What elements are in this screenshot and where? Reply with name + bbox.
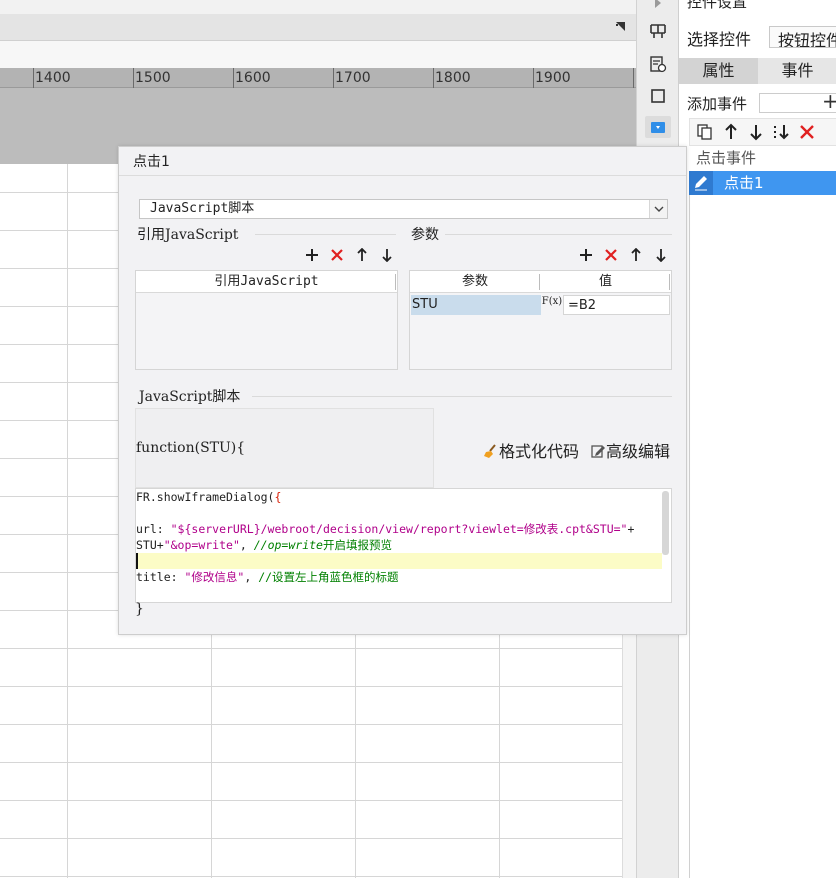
section-divider (255, 234, 396, 235)
broom-icon (484, 444, 496, 458)
advanced-edit-label: 高级编辑 (606, 442, 671, 461)
event-item-label: 点击1 (724, 174, 764, 192)
text-cursor (136, 553, 138, 569)
column-separator (395, 274, 396, 290)
function-signature: function(STU){ (136, 440, 246, 456)
widget-name-field[interactable]: 按钮控件 (769, 26, 836, 48)
fx-label: F(x) (541, 296, 563, 307)
properties-panel: 控件设置 选择控件 按钮控件 属性 事件 添加事件 + 点击事件 点击1 (678, 0, 836, 878)
ruler-label: 1600 (235, 70, 271, 86)
ruler-tick (133, 68, 134, 88)
ruler-tick (33, 68, 34, 88)
properties-tabs: 属性 事件 (679, 58, 836, 84)
script-type-value: JavaScript脚本 (150, 201, 255, 216)
dialog-title-divider (119, 175, 686, 176)
advanced-edit-button[interactable]: 高级编辑 (590, 438, 670, 462)
format-code-button[interactable]: 格式化代码 (483, 438, 579, 462)
script-type-select[interactable]: JavaScript脚本 (139, 199, 668, 219)
function-closing-brace: } (135, 601, 144, 617)
select-widget-label: 选择控件 (687, 30, 752, 49)
designer-blank-strip (0, 41, 636, 68)
move-up-icon[interactable] (629, 248, 643, 262)
code-line: url: "${serverURL}/webroot/decision/view… (136, 522, 635, 536)
event-list-border (689, 195, 690, 878)
editor-scrollbar[interactable] (662, 491, 669, 555)
copy-icon[interactable] (696, 123, 714, 141)
move-to-bottom-icon[interactable] (772, 123, 790, 141)
ruler-label: 1900 (535, 70, 571, 86)
designer-top-strip (0, 0, 636, 14)
params-column-header-name: 参数 (410, 271, 540, 293)
tab-events[interactable]: 事件 (758, 58, 836, 84)
designer-toolbar (0, 14, 636, 41)
move-down-icon[interactable] (380, 248, 394, 262)
code-line: title: "修改信息", //设置左上角蓝色框的标题 (136, 570, 399, 584)
event-toolbar (689, 118, 836, 146)
move-down-icon[interactable] (747, 123, 765, 141)
params-column-header-value: 值 (540, 271, 671, 293)
collapse-arrow-icon[interactable] (649, 0, 667, 12)
form-settings-icon[interactable] (649, 55, 667, 73)
section-divider (252, 396, 672, 397)
code-editor[interactable]: FR.showIframeDialog({ url: "${serverURL}/… (135, 488, 672, 603)
event-edit-dialog: 点击1 JavaScript脚本 引用JavaScript 引用JavaScri… (118, 146, 687, 635)
formula-fx-icon[interactable]: F(x) (541, 295, 563, 315)
dropdown-widget-icon[interactable] (649, 118, 667, 136)
ruler-label: 1800 (435, 70, 471, 86)
event-group-label[interactable]: 点击事件 (689, 148, 836, 170)
ruler-label: 1700 (335, 70, 371, 86)
dialog-title: 点击1 (133, 154, 170, 170)
code-line: FR.showIframeDialog({ (136, 490, 282, 504)
ruler-label: 1400 (35, 70, 71, 86)
edit-document-icon (591, 445, 605, 458)
code-line: STU+"&op=write", //op=write开启填报预览 (136, 538, 392, 552)
params-table: 参数 值 STU F(x) =B2 (409, 270, 672, 370)
ref-js-table: 引用JavaScript (135, 270, 398, 370)
ruler-tick (233, 68, 234, 88)
add-icon[interactable] (305, 248, 319, 262)
ruler-label: 1500 (135, 70, 171, 86)
param-name-cell[interactable]: STU (411, 295, 541, 315)
move-down-icon[interactable] (654, 248, 668, 262)
format-code-label: 格式化代码 (499, 442, 580, 461)
params-section-label: 参数 (411, 227, 439, 243)
delete-icon[interactable] (330, 248, 344, 262)
delete-icon[interactable] (798, 123, 816, 141)
section-divider (445, 234, 672, 235)
frame-icon[interactable] (649, 87, 667, 105)
ruler-tick (533, 68, 534, 88)
column-separator (669, 274, 670, 290)
param-value-field[interactable]: =B2 (563, 295, 670, 315)
move-up-icon[interactable] (722, 123, 740, 141)
ref-js-section-label: 引用JavaScript (137, 227, 239, 243)
horizontal-ruler: 1400 1500 1600 1700 1800 1900 (0, 68, 636, 88)
add-event-plus-icon[interactable]: + (822, 89, 836, 113)
js-script-section-label: JavaScript脚本 (139, 389, 241, 405)
panel-title: 控件设置 (687, 0, 748, 11)
ruler-tick (333, 68, 334, 88)
ruler-tick (633, 68, 634, 88)
add-icon[interactable] (579, 248, 593, 262)
move-up-icon[interactable] (355, 248, 369, 262)
ref-js-column-header: 引用JavaScript (136, 271, 397, 293)
delete-icon[interactable] (604, 248, 618, 262)
edit-pencil-icon (689, 171, 713, 195)
ruler-tick (433, 68, 434, 88)
layout-grid-icon[interactable] (649, 22, 667, 40)
tab-attributes[interactable]: 属性 (679, 58, 758, 84)
corner-arrow-icon[interactable] (615, 21, 626, 32)
add-event-label: 添加事件 (687, 95, 748, 113)
chevron-down-icon[interactable] (649, 200, 667, 218)
event-item-selected[interactable]: 点击1 (689, 171, 836, 195)
current-line-highlight (136, 553, 662, 569)
grid-column-line (67, 164, 68, 878)
